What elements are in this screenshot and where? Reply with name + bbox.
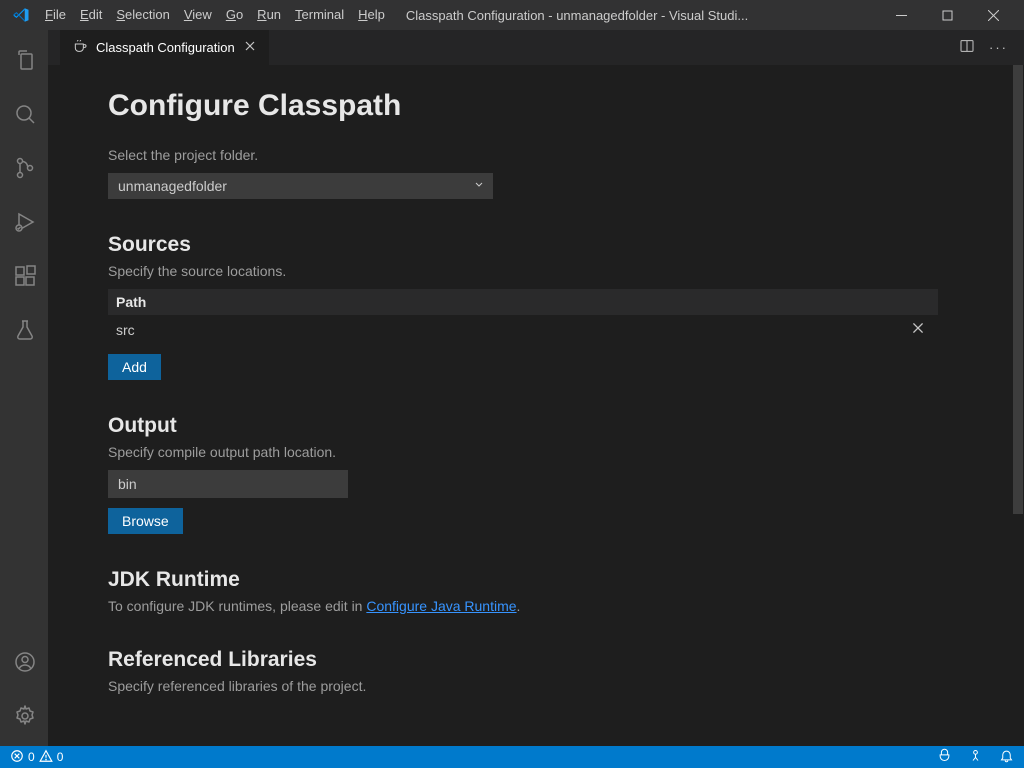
- activity-run-icon[interactable]: [0, 198, 48, 246]
- minimize-button[interactable]: [878, 0, 924, 30]
- split-editor-icon[interactable]: [959, 38, 975, 57]
- scrollbar-thumb[interactable]: [1013, 65, 1023, 514]
- jdk-heading: JDK Runtime: [108, 568, 964, 592]
- output-heading: Output: [108, 414, 964, 438]
- warning-icon: [39, 749, 53, 766]
- menu-view[interactable]: View: [177, 0, 219, 30]
- status-warnings-count: 0: [57, 750, 64, 764]
- activity-scm-icon[interactable]: [0, 144, 48, 192]
- activity-search-icon[interactable]: [0, 90, 48, 138]
- jdk-text: To configure JDK runtimes, please edit i…: [108, 598, 964, 614]
- page-title: Configure Classpath: [108, 89, 964, 123]
- project-select-wrap: unmanagedfolder: [108, 173, 493, 199]
- jdk-text-suffix: .: [517, 598, 521, 614]
- project-label: Select the project folder.: [108, 147, 964, 163]
- activity-accounts-icon[interactable]: [0, 638, 48, 686]
- status-feedback-icon[interactable]: [937, 748, 952, 766]
- menu-go[interactable]: Go: [219, 0, 250, 30]
- more-actions-icon[interactable]: ···: [989, 40, 1008, 55]
- sources-sub: Specify the source locations.: [108, 263, 964, 279]
- menu-file[interactable]: File: [38, 0, 73, 30]
- sources-row: src: [108, 315, 938, 344]
- close-button[interactable]: [970, 0, 1016, 30]
- activity-bar: [0, 30, 48, 746]
- error-icon: [10, 749, 24, 766]
- menubar: File Edit Selection View Go Run Terminal…: [38, 0, 392, 30]
- activity-explorer-icon[interactable]: [0, 36, 48, 84]
- output-sub: Specify compile output path location.: [108, 444, 964, 460]
- tab-close-icon[interactable]: [243, 39, 257, 56]
- editor-area: Classpath Configuration ··· Configure Cl…: [48, 30, 1024, 746]
- project-select[interactable]: unmanagedfolder: [108, 173, 493, 199]
- menu-selection[interactable]: Selection: [109, 0, 176, 30]
- status-errors-count: 0: [28, 750, 35, 764]
- tab-label: Classpath Configuration: [96, 40, 235, 55]
- jdk-text-prefix: To configure JDK runtimes, please edit i…: [108, 598, 366, 614]
- window-controls: [878, 0, 1016, 30]
- menu-help[interactable]: Help: [351, 0, 392, 30]
- activity-testing-icon[interactable]: [0, 306, 48, 354]
- configure-java-runtime-link[interactable]: Configure Java Runtime: [366, 598, 516, 614]
- coffee-icon: [72, 38, 88, 57]
- sources-row-path: src: [116, 322, 906, 338]
- menu-run[interactable]: Run: [250, 0, 288, 30]
- menu-terminal[interactable]: Terminal: [288, 0, 351, 30]
- status-problems[interactable]: 0 0: [10, 749, 63, 766]
- referenced-libraries-heading: Referenced Libraries: [108, 648, 964, 672]
- vscode-logo-icon: [12, 6, 30, 24]
- browse-output-button[interactable]: Browse: [108, 508, 183, 534]
- editor-content: Configure Classpath Select the project f…: [48, 65, 1024, 746]
- activity-extensions-icon[interactable]: [0, 252, 48, 300]
- sources-heading: Sources: [108, 233, 964, 257]
- menu-edit[interactable]: Edit: [73, 0, 109, 30]
- tab-classpath-configuration[interactable]: Classpath Configuration: [60, 30, 270, 65]
- status-extension-icon[interactable]: [968, 748, 983, 766]
- sources-col-path: Path: [108, 289, 938, 315]
- titlebar: File Edit Selection View Go Run Terminal…: [0, 0, 1024, 30]
- referenced-libraries-sub: Specify referenced libraries of the proj…: [108, 678, 964, 694]
- vertical-scrollbar[interactable]: [1010, 65, 1024, 746]
- activity-settings-icon[interactable]: [0, 692, 48, 740]
- add-source-button[interactable]: Add: [108, 354, 161, 380]
- remove-source-icon[interactable]: [906, 320, 930, 339]
- maximize-button[interactable]: [924, 0, 970, 30]
- status-bell-icon[interactable]: [999, 748, 1014, 766]
- tab-bar: Classpath Configuration ···: [48, 30, 1024, 65]
- sources-table: Path src: [108, 289, 938, 344]
- output-path-input[interactable]: [108, 470, 348, 498]
- window-title: Classpath Configuration - unmanagedfolde…: [392, 8, 878, 23]
- status-bar: 0 0: [0, 746, 1024, 768]
